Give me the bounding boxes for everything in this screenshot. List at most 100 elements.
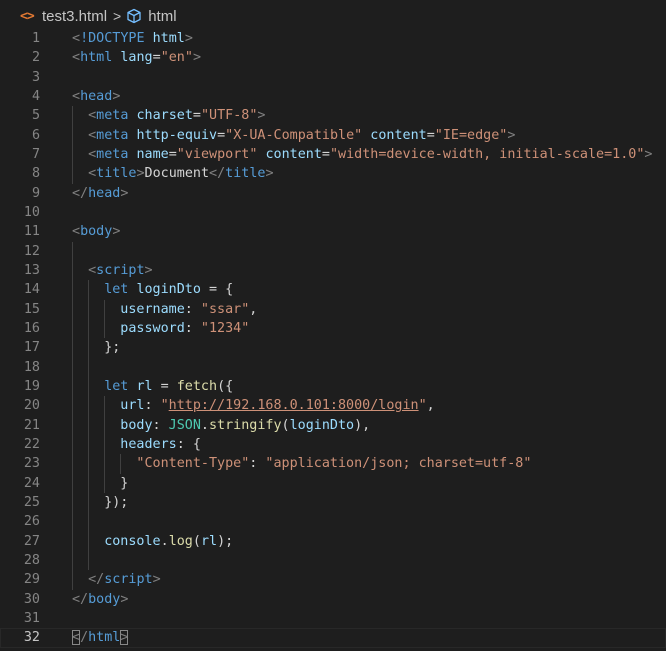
code-line[interactable]: 16 password: "1234" (0, 318, 666, 339)
indent-guide (72, 125, 73, 145)
code-token: < (72, 630, 81, 646)
code-token: "en" (160, 50, 193, 66)
code-line[interactable]: 2 <html lang="en"> (0, 48, 666, 67)
code-line[interactable]: 9 </head> (0, 184, 666, 203)
code-token: "viewport" (176, 146, 258, 162)
indent-guide (72, 299, 73, 319)
code-token: </ (88, 572, 105, 588)
code-token: < (72, 31, 81, 46)
code-line[interactable]: 21 body: JSON.stringify(loginDto), (0, 415, 666, 435)
code-token: stringify (208, 417, 282, 433)
indent-guide (88, 434, 90, 455)
code-token: > (184, 31, 193, 46)
line-number: 24 (23, 475, 40, 491)
code-line[interactable]: 26 (0, 512, 666, 532)
code-line[interactable]: 23 "Content-Type": "application/json; cha… (0, 454, 666, 474)
code-line[interactable]: 19 let rl = fetch({ (0, 376, 666, 397)
code-line[interactable]: 18 (0, 357, 666, 377)
code-line[interactable]: 6 <meta http-equiv="X-UA-Compatible" cont… (0, 125, 666, 145)
code-text: <meta name="viewport" content="width=dev… (88, 145, 652, 164)
code-line[interactable]: 17}; (0, 338, 666, 358)
code-line[interactable]: 3 (0, 68, 666, 87)
code-text: </head> (72, 184, 128, 203)
indent-guide (104, 473, 106, 493)
code-line[interactable]: 24} (0, 473, 666, 493)
indent-guide (88, 338, 90, 358)
code-token: loginDto (289, 417, 355, 433)
code-line[interactable]: 32 </html> (0, 628, 666, 648)
line-number: 12 (23, 243, 40, 259)
code-token: charset (136, 108, 193, 124)
indent-guide (72, 144, 73, 165)
line-number: 23 (23, 456, 40, 472)
code-token: . (200, 417, 209, 433)
code-line[interactable]: 28 (0, 550, 666, 571)
indent-guide (72, 550, 73, 571)
indent-guide (72, 454, 73, 474)
code-token: script (104, 572, 153, 588)
line-number: 16 (23, 320, 40, 336)
code-token: }); (104, 494, 129, 510)
code-line[interactable]: 8 <title>Document</title> (0, 164, 666, 184)
code-line[interactable]: 15 username: "ssar", (0, 299, 666, 319)
code-editor[interactable]: <> test3.html > html 1 <!DOCTYPE html> 2 <h… (0, 0, 666, 651)
code-line[interactable]: 14 let loginDto = { (0, 280, 666, 300)
line-number: 25 (23, 494, 40, 510)
breadcrumb-symbol-name[interactable]: html (148, 8, 176, 25)
code-text: <script> (88, 261, 153, 280)
code-token: headers (120, 436, 177, 452)
code-line[interactable]: 25}); (0, 492, 666, 513)
indent-guide (104, 299, 106, 319)
code-token: = (168, 146, 177, 162)
code-token: }; (104, 340, 121, 356)
indent-guide (88, 454, 90, 474)
code-token: password (120, 320, 185, 336)
breadcrumb-file-name[interactable]: test3.html (42, 8, 107, 25)
code-line[interactable]: 5 <meta charset="UTF-8"> (0, 106, 666, 126)
line-number: 14 (23, 282, 40, 298)
indent-guide (72, 434, 73, 455)
code-token: meta (96, 127, 129, 143)
code-text: console.log(rl); (104, 532, 233, 551)
code-token: !DOCTYPE (80, 31, 145, 46)
code-token: > (144, 262, 153, 278)
indent-guide (72, 106, 73, 126)
code-line[interactable]: 13 <script> (0, 260, 666, 281)
code-token: html (88, 630, 121, 646)
line-number: 1 (31, 31, 40, 46)
code-text: </html> (72, 628, 129, 647)
code-token: " (418, 398, 427, 414)
code-token: "1234" (200, 320, 250, 336)
code-token: url (120, 398, 145, 414)
code-line[interactable]: 30 </body> (0, 590, 666, 609)
code-line[interactable]: 10 (0, 203, 666, 222)
code-text: password: "1234" (120, 319, 249, 338)
code-token: " (160, 398, 169, 414)
code-token: > (120, 185, 129, 201)
code-line[interactable]: 29 </script> (0, 570, 666, 590)
indent-guide (88, 280, 90, 300)
code-line[interactable]: 11 <body> (0, 222, 666, 241)
code-token: Document (144, 166, 210, 182)
code-token: "Content-Type" (136, 456, 250, 472)
indent-guide (88, 531, 90, 551)
code-line[interactable]: 7 <meta name="viewport" content="width=de… (0, 144, 666, 165)
code-line[interactable]: 20 url: "http://192.168.0.101:8000/login"… (0, 396, 666, 416)
line-number: 3 (31, 69, 40, 85)
indent-guide (72, 415, 73, 435)
code-token: loginDto (136, 282, 201, 298)
code-text: body: JSON.stringify(loginDto), (120, 416, 370, 435)
code-token: > (112, 88, 121, 104)
code-line[interactable]: 31 (0, 609, 666, 628)
code-line[interactable]: 4 <head> (0, 87, 666, 106)
code-text: "Content-Type": "application/json; chars… (136, 454, 531, 473)
code-line[interactable]: 27 console.log(rl); (0, 531, 666, 551)
code-area[interactable]: 1 <!DOCTYPE html> 2 <html lang="en"> 3 4 <head… (0, 29, 666, 648)
code-line[interactable]: 22 headers: { (0, 434, 666, 455)
indent-guide (72, 512, 73, 532)
code-line[interactable]: 12 (0, 241, 666, 261)
code-line[interactable]: 1 <!DOCTYPE html> (0, 29, 666, 48)
code-token: log (168, 533, 193, 549)
line-number: 5 (31, 108, 40, 124)
